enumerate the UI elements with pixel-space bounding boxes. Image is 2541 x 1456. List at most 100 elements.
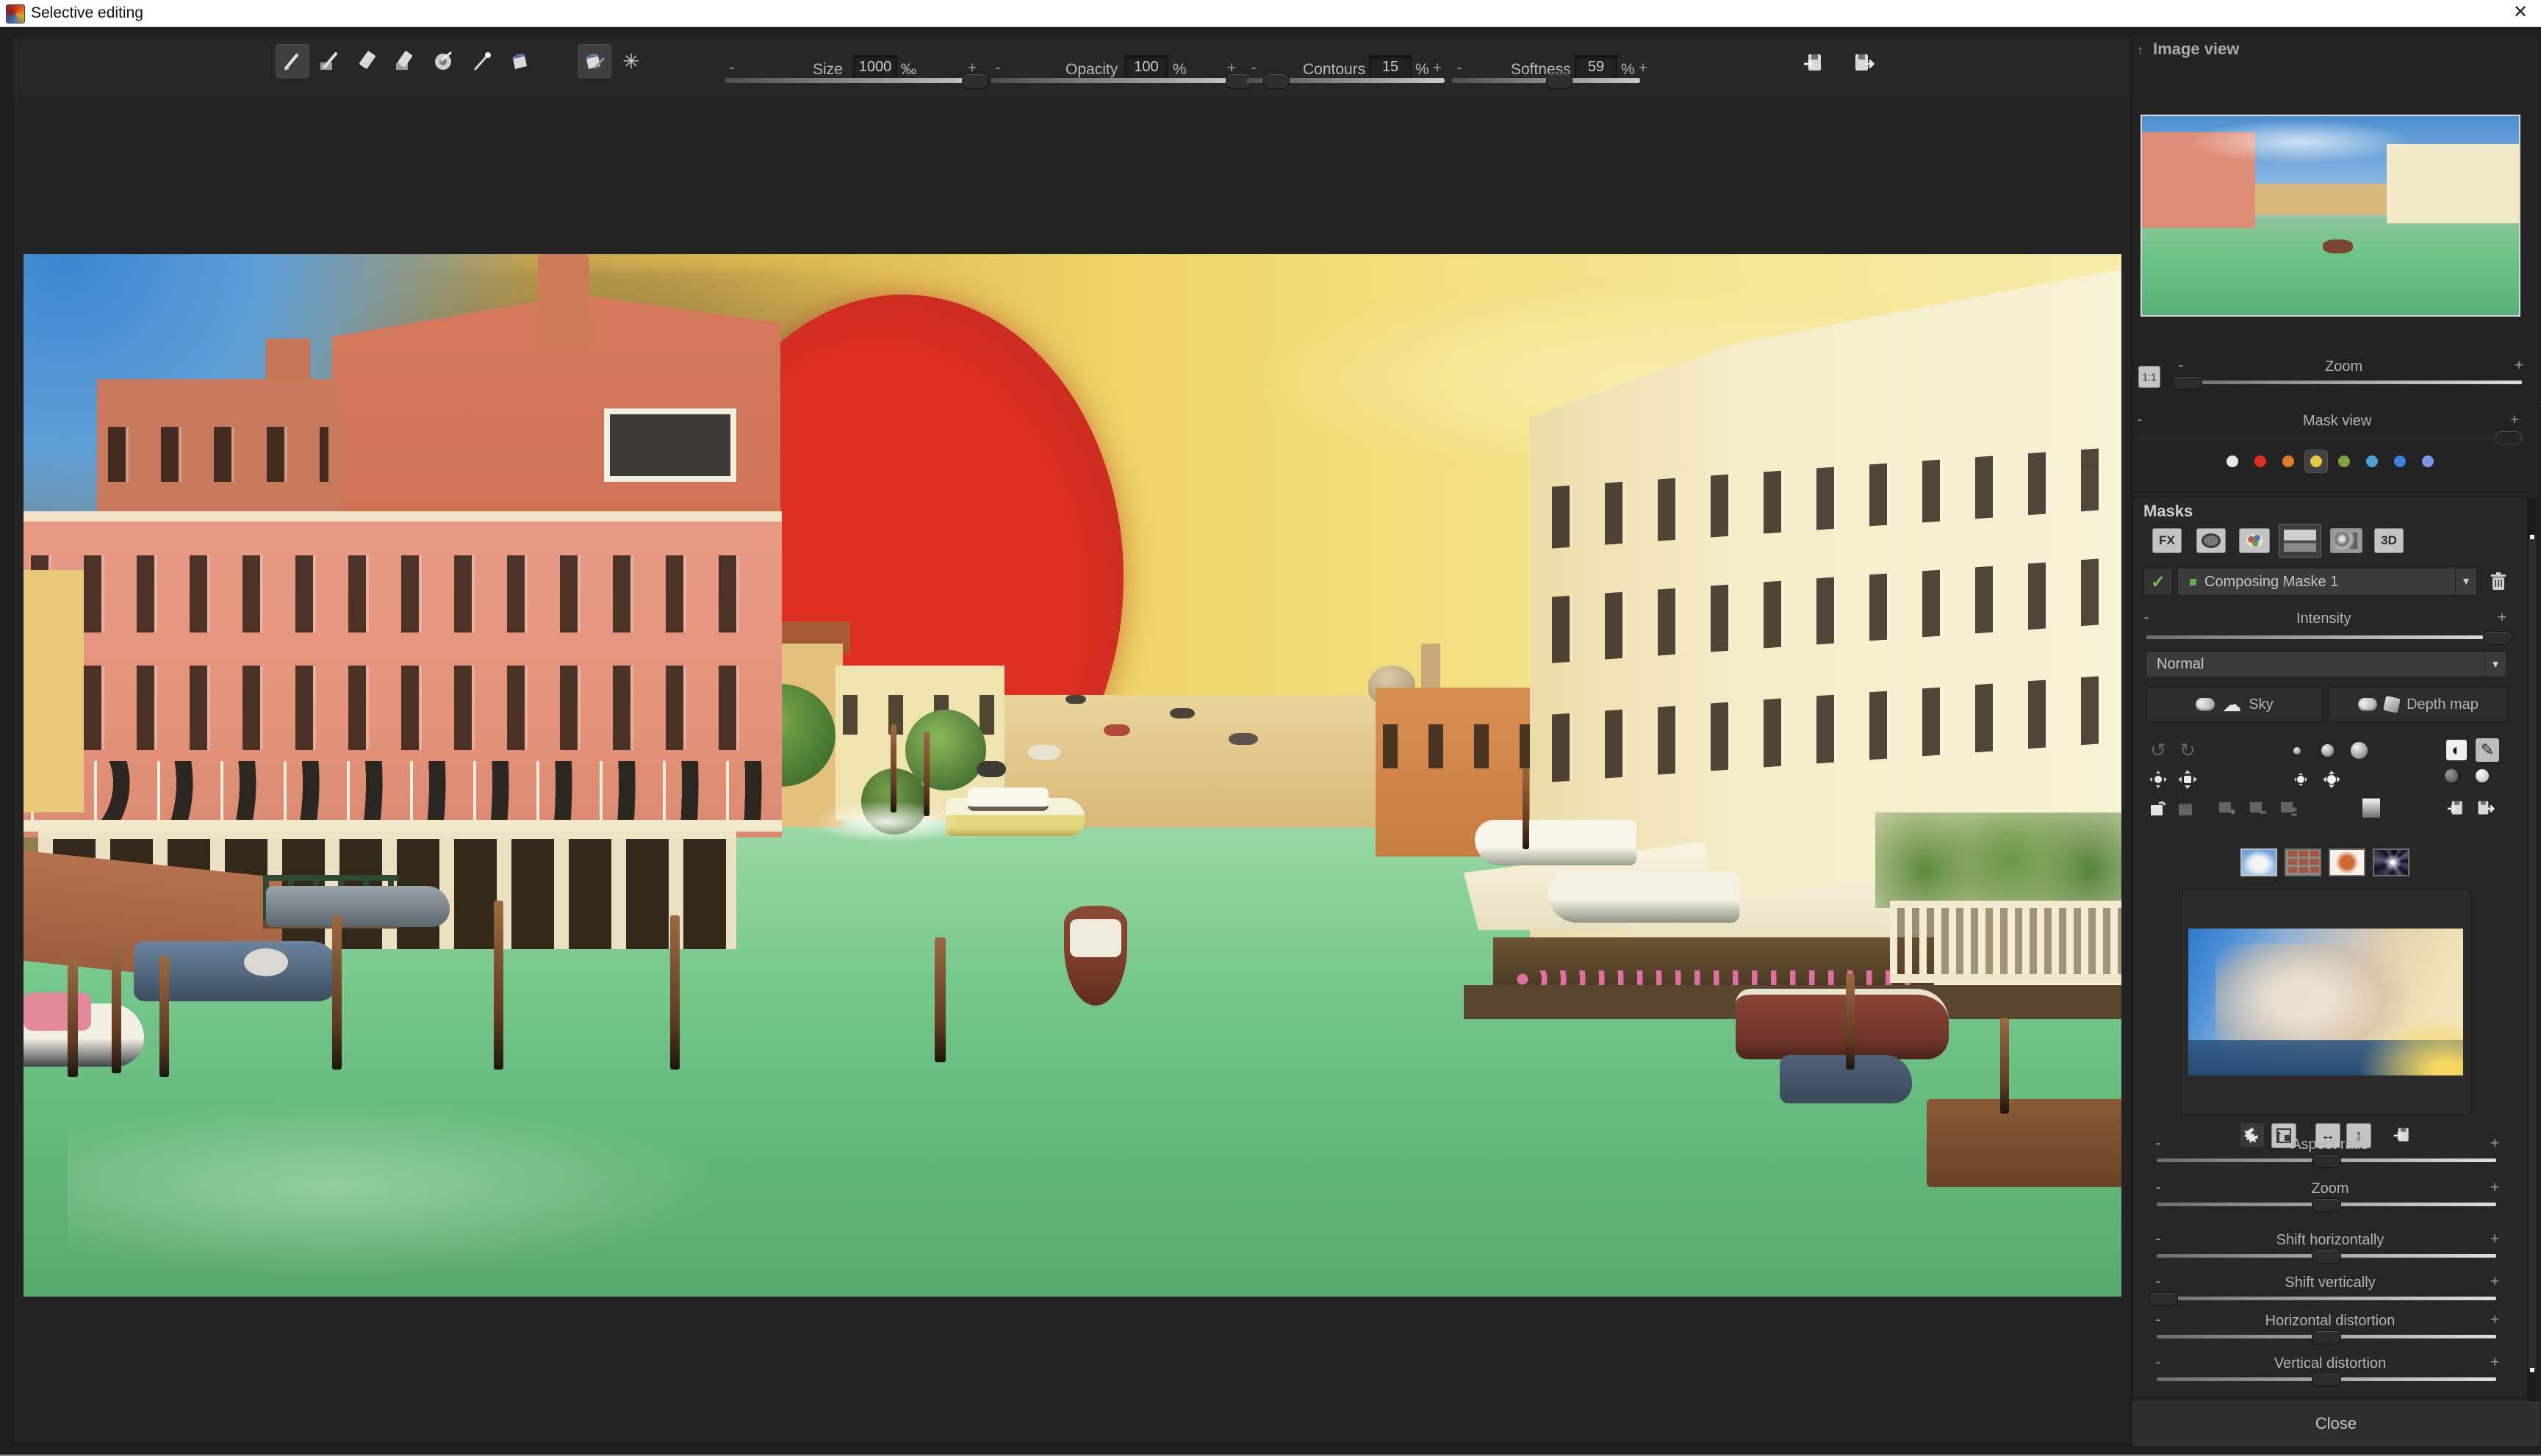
masks-scrollbar-thumb[interactable] <box>2529 539 2536 1369</box>
zoom-plus[interactable]: + <box>2487 1179 2502 1197</box>
redo-button[interactable]: ↻ <box>2176 738 2199 762</box>
import-brush-settings-button[interactable] <box>1799 48 1828 77</box>
shrink-mask-large-button[interactable] <box>2176 768 2199 791</box>
shift-horizontally-slider[interactable] <box>2157 1254 2496 1258</box>
undo-button[interactable]: ↺ <box>2146 738 2170 762</box>
grow-mask-small-button[interactable] <box>2289 768 2312 791</box>
softness-minus-button[interactable]: - <box>1452 60 1467 77</box>
sky-texture-rays-thumb[interactable] <box>2373 848 2409 876</box>
softness-plus-button[interactable]: + <box>1636 60 1650 77</box>
size-slider-thumb[interactable] <box>962 73 988 89</box>
ai-depth-map-button[interactable]: Depth map <box>2329 687 2508 722</box>
aspect-ratio-thumb[interactable] <box>2312 1154 2341 1168</box>
paste-subtract-mask-button[interactable] <box>2246 797 2268 819</box>
zoom-slider[interactable] <box>2157 1203 2496 1206</box>
mask-color-teal[interactable] <box>2361 450 2383 472</box>
vertical-distortion-thumb[interactable] <box>2312 1373 2341 1387</box>
paste-mask-button[interactable] <box>2174 797 2196 819</box>
mask-color-yellow[interactable] <box>2305 450 2327 472</box>
edit-canvas[interactable] <box>24 254 2121 1297</box>
area-eraser-tool[interactable] <box>389 45 422 77</box>
sky-texture-cloud-thumb[interactable] <box>2240 848 2277 876</box>
delete-mask-button[interactable] <box>2486 569 2511 594</box>
grow-mask-large-button[interactable] <box>2320 768 2343 791</box>
mask-type-fx-button[interactable]: FX <box>2152 528 2182 553</box>
blend-mode-dropdown[interactable]: Normal ▾ <box>2146 652 2506 677</box>
sky-preview-image[interactable] <box>2188 929 2463 1075</box>
brush-tool[interactable] <box>276 45 309 77</box>
color-picker-tool[interactable] <box>467 45 499 77</box>
shift-vertically-plus[interactable]: + <box>2487 1273 2502 1291</box>
zoom-thumb[interactable] <box>2312 1198 2341 1212</box>
brush-size-small-button[interactable] <box>2293 747 2301 754</box>
mask-color-orange[interactable] <box>2277 450 2299 472</box>
shrink-mask-small-button[interactable] <box>2146 768 2170 791</box>
one-to-one-button[interactable]: 1:1 <box>2138 366 2160 388</box>
view-zoom-slider[interactable] <box>2181 381 2522 384</box>
shift-vertically-thumb[interactable] <box>2149 1292 2178 1306</box>
fill-tool[interactable] <box>503 45 536 77</box>
horizontal-distortion-plus[interactable]: + <box>2487 1311 2502 1329</box>
invert-mask-button[interactable]: ◐ <box>2446 740 2467 760</box>
contours-slider-thumb[interactable] <box>1263 73 1290 89</box>
horizontal-distortion-slider[interactable] <box>2157 1335 2496 1338</box>
size-value[interactable]: 1000 <box>853 55 897 79</box>
window-close-icon[interactable]: ✕ <box>2507 1 2534 24</box>
contours-value[interactable]: 15 <box>1369 55 1412 79</box>
mask-type-3d-button[interactable]: 3D <box>2374 528 2404 553</box>
collapse-arrow-icon[interactable]: ↑ <box>2137 43 2143 58</box>
save-mask-button[interactable] <box>2474 797 2496 819</box>
masks-scrollbar[interactable] <box>2528 498 2537 1422</box>
mask-type-lens-button[interactable] <box>2196 528 2226 553</box>
brush-size-medium-button[interactable] <box>2321 744 2334 757</box>
mask-type-palette-button[interactable] <box>2239 528 2270 553</box>
view-zoom-plus[interactable]: + <box>2512 357 2526 375</box>
scatter-brush-tool[interactable]: ✳ <box>615 45 647 77</box>
intensity-thumb[interactable] <box>2483 631 2512 645</box>
mask-color-red[interactable] <box>2249 450 2271 472</box>
aspect-ratio-plus[interactable]: + <box>2487 1135 2502 1153</box>
close-button[interactable]: Close <box>2132 1402 2540 1446</box>
mask-type-texture-button[interactable] <box>2330 528 2362 553</box>
smart-brush-tool[interactable] <box>428 45 460 77</box>
fill-brush-tool[interactable] <box>578 45 611 77</box>
intensity-minus[interactable]: - <box>2139 609 2154 627</box>
size-minus-button[interactable]: - <box>725 60 739 77</box>
soft-light-sphere-button[interactable] <box>2476 769 2489 782</box>
view-zoom-thumb[interactable] <box>2173 376 2202 390</box>
mask-enabled-button[interactable]: ✓ <box>2143 568 2173 596</box>
sky-texture-bricks-thumb[interactable] <box>2285 848 2321 876</box>
softness-slider[interactable] <box>1452 78 1640 83</box>
brush-size-large-button[interactable] <box>2351 742 2368 759</box>
aspect-ratio-slider[interactable] <box>2157 1158 2496 1162</box>
intensity-plus[interactable]: + <box>2495 609 2509 627</box>
area-brush-tool[interactable] <box>314 45 346 77</box>
mask-view-plus[interactable]: + <box>2507 411 2522 429</box>
opacity-slider[interactable] <box>991 78 1244 83</box>
view-zoom-minus[interactable]: - <box>2174 357 2188 375</box>
shift-horizontally-thumb[interactable] <box>2312 1250 2341 1264</box>
mask-view-thumb[interactable] <box>2495 431 2522 444</box>
mask-color-green[interactable] <box>2333 450 2355 472</box>
paste-add-mask-button[interactable] <box>2215 797 2238 819</box>
mask-view-slider[interactable] <box>2137 436 2522 439</box>
image-view-thumbnail[interactable] <box>2141 115 2520 317</box>
mask-color-white[interactable] <box>2221 450 2243 472</box>
edit-mask-button[interactable]: ✎ <box>2476 738 2499 762</box>
mask-color-lightblue[interactable] <box>2417 450 2439 472</box>
gradient-mask-button[interactable] <box>2362 799 2380 818</box>
mask-type-landscape-button[interactable] <box>2279 524 2321 558</box>
vertical-distortion-plus[interactable]: + <box>2487 1354 2502 1372</box>
vertical-distortion-slider[interactable] <box>2157 1377 2496 1381</box>
soft-dark-sphere-button[interactable] <box>2445 769 2458 782</box>
contours-slider[interactable] <box>1246 78 1445 83</box>
ai-sky-button[interactable]: ☁ Sky <box>2146 687 2323 722</box>
contours-minus-button[interactable]: - <box>1246 60 1261 77</box>
horizontal-distortion-thumb[interactable] <box>2312 1330 2341 1344</box>
export-brush-settings-button[interactable] <box>1849 48 1878 77</box>
copy-mask-button[interactable] <box>2146 797 2168 819</box>
softness-slider-thumb[interactable] <box>1546 73 1573 89</box>
contours-plus-button[interactable]: + <box>1430 60 1445 77</box>
sky-texture-splat-thumb[interactable] <box>2329 848 2365 876</box>
paste-intersect-mask-button[interactable] <box>2277 797 2299 819</box>
